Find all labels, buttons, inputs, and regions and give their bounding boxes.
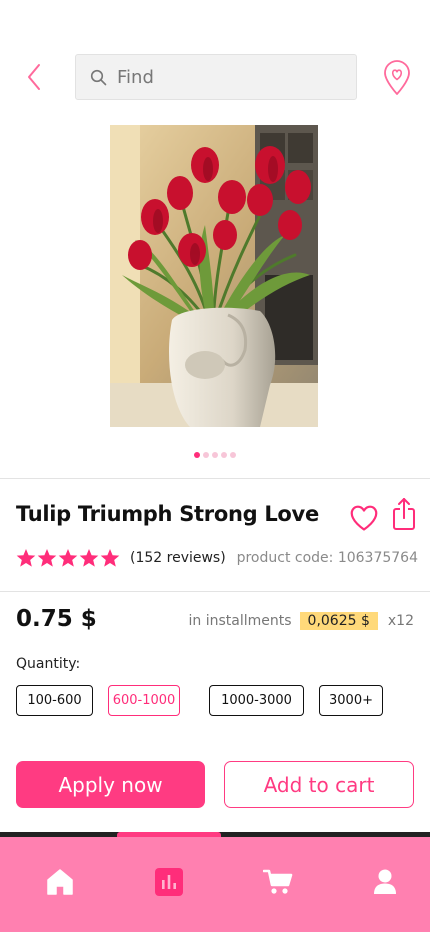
quantity-option[interactable]: 1000-3000 <box>209 685 304 716</box>
header <box>0 54 430 100</box>
home-icon <box>47 869 73 895</box>
installments-label: in installments <box>188 613 292 629</box>
search-box[interactable] <box>75 54 357 100</box>
quantity-option[interactable]: 600-1000 <box>108 685 180 716</box>
divider <box>0 591 430 592</box>
profile-icon <box>374 869 396 894</box>
installment-multiplier: x12 <box>387 613 414 629</box>
bottom-nav <box>0 837 430 932</box>
carousel-dots <box>0 452 430 458</box>
chevron-left-icon <box>28 64 40 90</box>
location-button[interactable] <box>380 59 414 97</box>
reviews-link[interactable]: (152 reviews) <box>130 550 226 566</box>
favorite-button[interactable] <box>349 504 379 532</box>
price: 0.75 $ <box>16 606 97 632</box>
installments-info: in installments 0,0625 $ x12 <box>189 612 414 630</box>
star-icon <box>100 549 120 567</box>
carousel-dot[interactable] <box>221 452 227 458</box>
product-title: Tulip Triumph Strong Love <box>16 502 319 526</box>
star-icon <box>58 549 78 567</box>
star-icon <box>79 549 99 567</box>
quantity-option[interactable]: 100-600 <box>16 685 93 716</box>
carousel-dot[interactable] <box>203 452 209 458</box>
nav-profile[interactable] <box>370 867 400 897</box>
search-icon <box>90 69 107 85</box>
divider <box>0 478 430 479</box>
carousel-dot[interactable] <box>194 452 200 458</box>
cart-icon <box>263 869 293 894</box>
location-heart-icon <box>384 60 410 95</box>
nav-stats[interactable] <box>154 867 184 897</box>
nav-home[interactable] <box>45 867 75 897</box>
star-icon <box>16 549 36 567</box>
share-icon <box>393 498 415 530</box>
back-button[interactable] <box>20 62 48 92</box>
quantity-option[interactable]: 3000+ <box>319 685 383 716</box>
quantity-options: 100-600 600-1000 1000-3000 3000+ <box>16 685 383 716</box>
heart-icon <box>350 505 378 531</box>
installment-amount: 0,0625 $ <box>299 612 378 630</box>
search-input[interactable] <box>117 66 337 88</box>
rating-row: (152 reviews) product code: 106375764 <box>16 546 418 570</box>
tulips-in-vase-photo <box>110 125 318 427</box>
quantity-label: Quantity: <box>16 656 81 672</box>
nav-cart[interactable] <box>263 867 293 897</box>
product-image[interactable] <box>110 125 318 427</box>
stats-icon <box>155 868 183 896</box>
carousel-dot[interactable] <box>212 452 218 458</box>
rating-stars <box>16 548 120 568</box>
star-icon <box>37 549 57 567</box>
carousel-dot[interactable] <box>230 452 236 458</box>
share-button[interactable] <box>391 497 417 531</box>
apply-now-button[interactable]: Apply now <box>16 761 205 808</box>
product-code: product code: 106375764 <box>236 550 418 566</box>
add-to-cart-button[interactable]: Add to cart <box>224 761 414 808</box>
